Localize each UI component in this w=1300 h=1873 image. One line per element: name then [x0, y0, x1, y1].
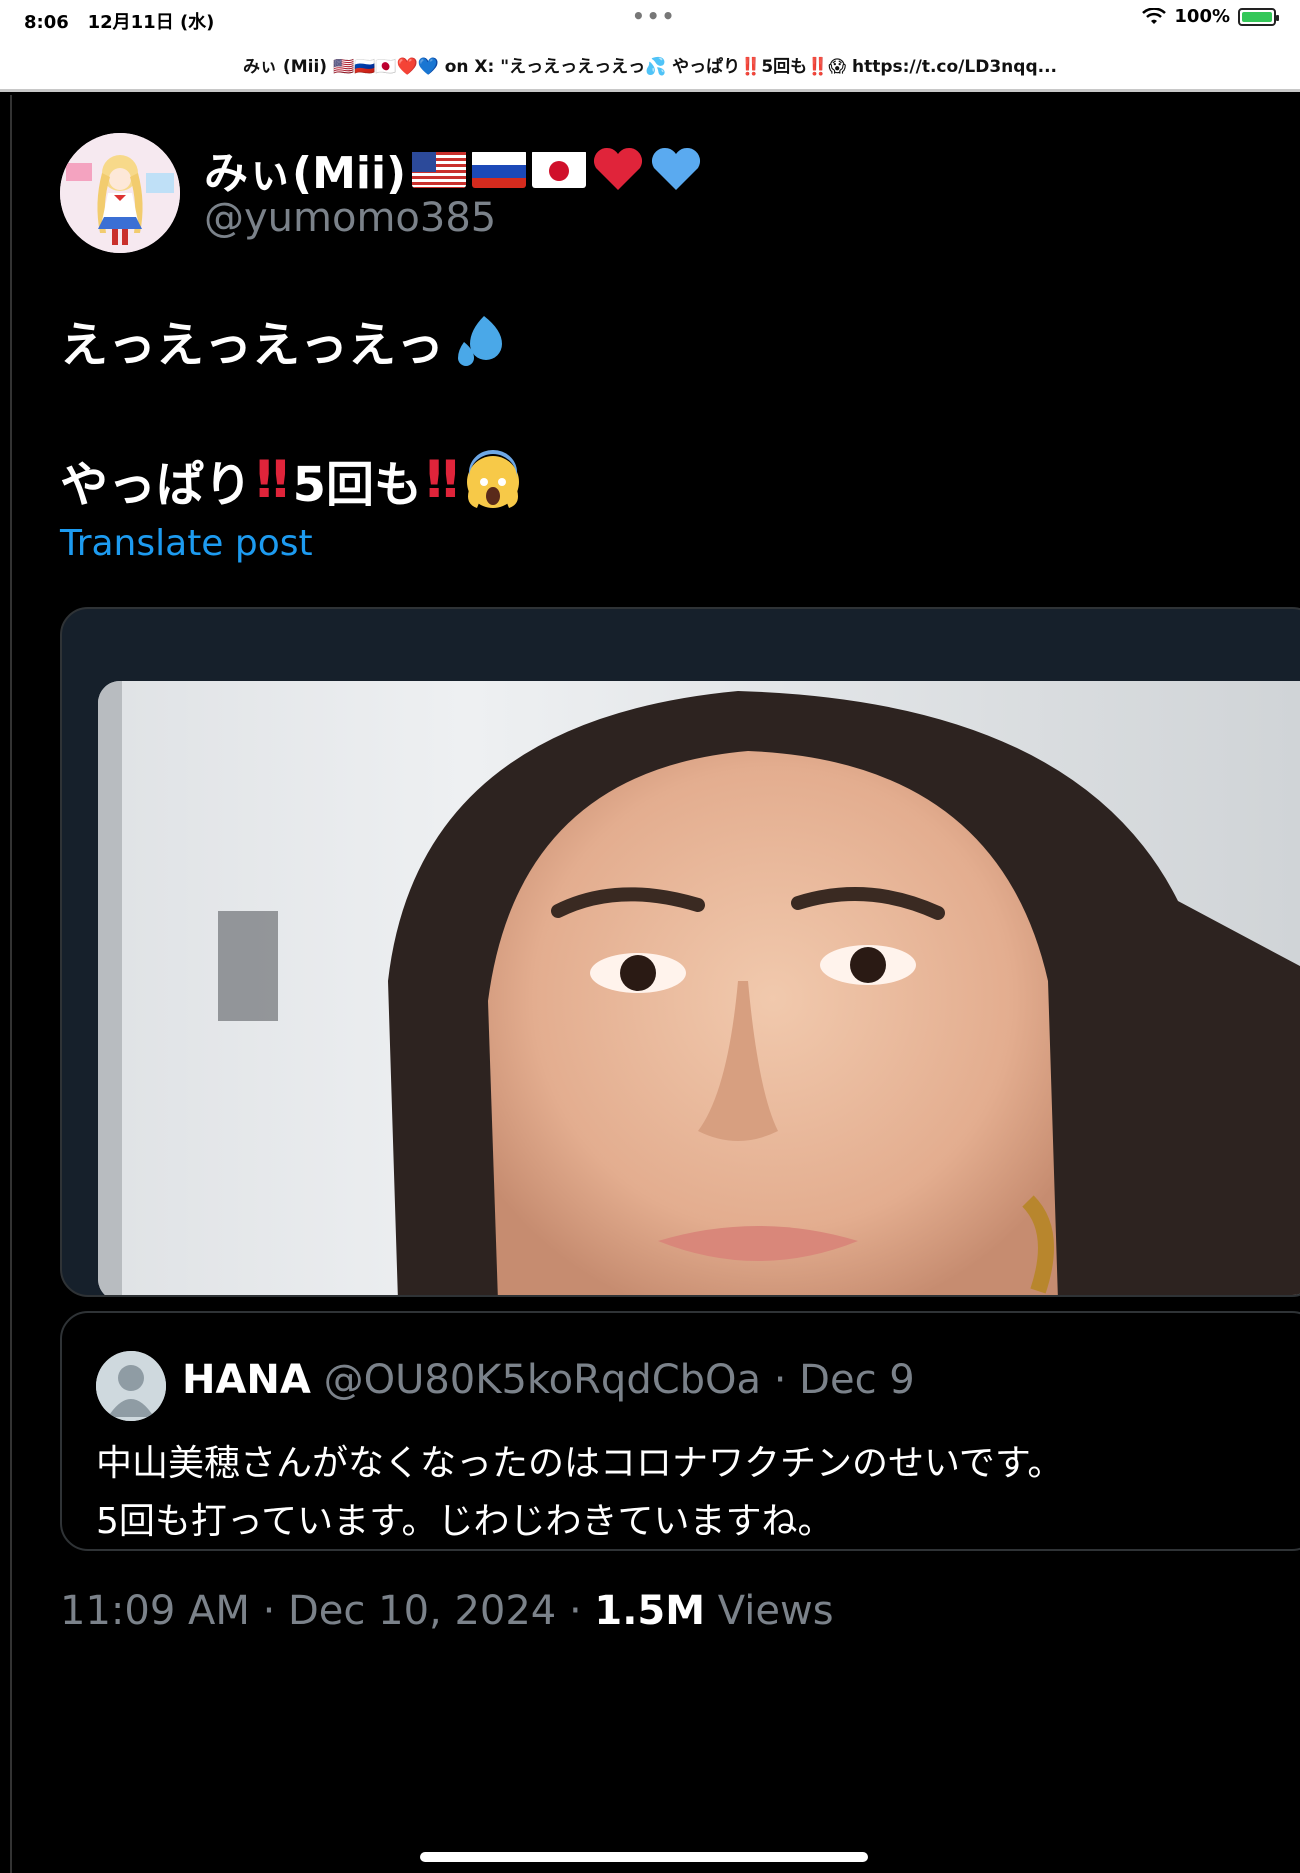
post-text-2b: 5回も — [292, 457, 423, 513]
red-heart-icon — [594, 147, 643, 190]
status-right: 100% — [1142, 6, 1279, 27]
display-name-text: みぃ(Mii) — [204, 148, 407, 199]
russia-flag-icon — [472, 150, 527, 188]
portrait-photo — [98, 681, 1300, 1295]
avatar-image — [60, 133, 180, 253]
post-timestamp: 11:09 AM · Dec 10, 2024 · 1.5M Views — [60, 1588, 834, 1634]
tab-title-text: みぃ (Mii) 🇺🇸🇷🇺🇯🇵❤️💙 on X: "えっえっえっえっ💦 やっぱり… — [243, 57, 1057, 77]
home-indicator[interactable] — [420, 1852, 868, 1862]
post-text-1: えっえっえっえっ — [60, 317, 445, 373]
wifi-icon — [1142, 7, 1167, 24]
status-time: 8:06 12月11日 (水) — [24, 12, 215, 33]
post-view: みぃ(Mii) @yumomo385 えっえっえっえっ やっぱり ‼ 5回も ‼… — [10, 95, 1300, 1873]
user-handle[interactable]: @yumomo385 — [204, 195, 496, 241]
quoted-author-handle-date: @OU80K5koRqdCbOa · Dec 9 — [310, 1357, 915, 1403]
status-bar: 8:06 12月11日 (水) ••• 100% — [0, 0, 1300, 40]
post-text-line-1: えっえっえっえっ — [60, 305, 506, 375]
double-exclamation-icon: ‼ — [256, 450, 289, 510]
japan-flag-icon — [532, 150, 587, 188]
browser-tab-title[interactable]: みぃ (Mii) 🇺🇸🇷🇺🇯🇵❤️💙 on X: "えっえっえっえっ💦 やっぱり… — [0, 40, 1300, 92]
post-photo[interactable] — [98, 681, 1300, 1295]
quoted-post[interactable]: HANA @OU80K5koRqdCbOa · Dec 9 中山美穂さんがなくな… — [60, 1311, 1300, 1551]
battery-percent: 100% — [1174, 6, 1230, 27]
post-text-line-2: やっぱり ‼ 5回も ‼ — [60, 445, 523, 515]
quoted-post-text: 中山美穂さんがなくなったのはコロナワクチンのせいです。 5回も打っています。じわ… — [96, 1435, 1063, 1551]
quoted-author-name[interactable]: HANA — [182, 1357, 311, 1403]
quoted-text-line-1: 中山美穂さんがなくなったのはコロナワクチンのせいです。 — [96, 1443, 1064, 1484]
post-text-2a: やっぱり — [60, 457, 253, 513]
timestamp-text[interactable]: 11:09 AM · Dec 10, 2024 · — [60, 1588, 594, 1634]
default-avatar-icon[interactable] — [96, 1351, 166, 1421]
display-name[interactable]: みぃ(Mii) — [204, 137, 702, 201]
quoted-post-header: HANA @OU80K5koRqdCbOa · Dec 9 — [182, 1357, 915, 1403]
quoted-text-line-2: 5回も打っています。じわじわきていますね。 — [96, 1501, 834, 1542]
double-exclamation-icon-2: ‼ — [426, 450, 459, 510]
media-card[interactable] — [60, 607, 1300, 1297]
views-count: 1.5M — [594, 1588, 706, 1634]
multitask-dots[interactable]: ••• — [632, 4, 676, 28]
screaming-face-icon — [466, 450, 519, 508]
us-flag-icon — [412, 150, 467, 188]
avatar[interactable] — [60, 133, 180, 253]
views-label: Views — [705, 1588, 834, 1634]
translate-post-link[interactable]: Translate post — [60, 523, 313, 564]
battery-icon — [1238, 7, 1279, 26]
blue-heart-icon — [652, 147, 701, 190]
sweat-droplets-icon — [458, 316, 503, 366]
